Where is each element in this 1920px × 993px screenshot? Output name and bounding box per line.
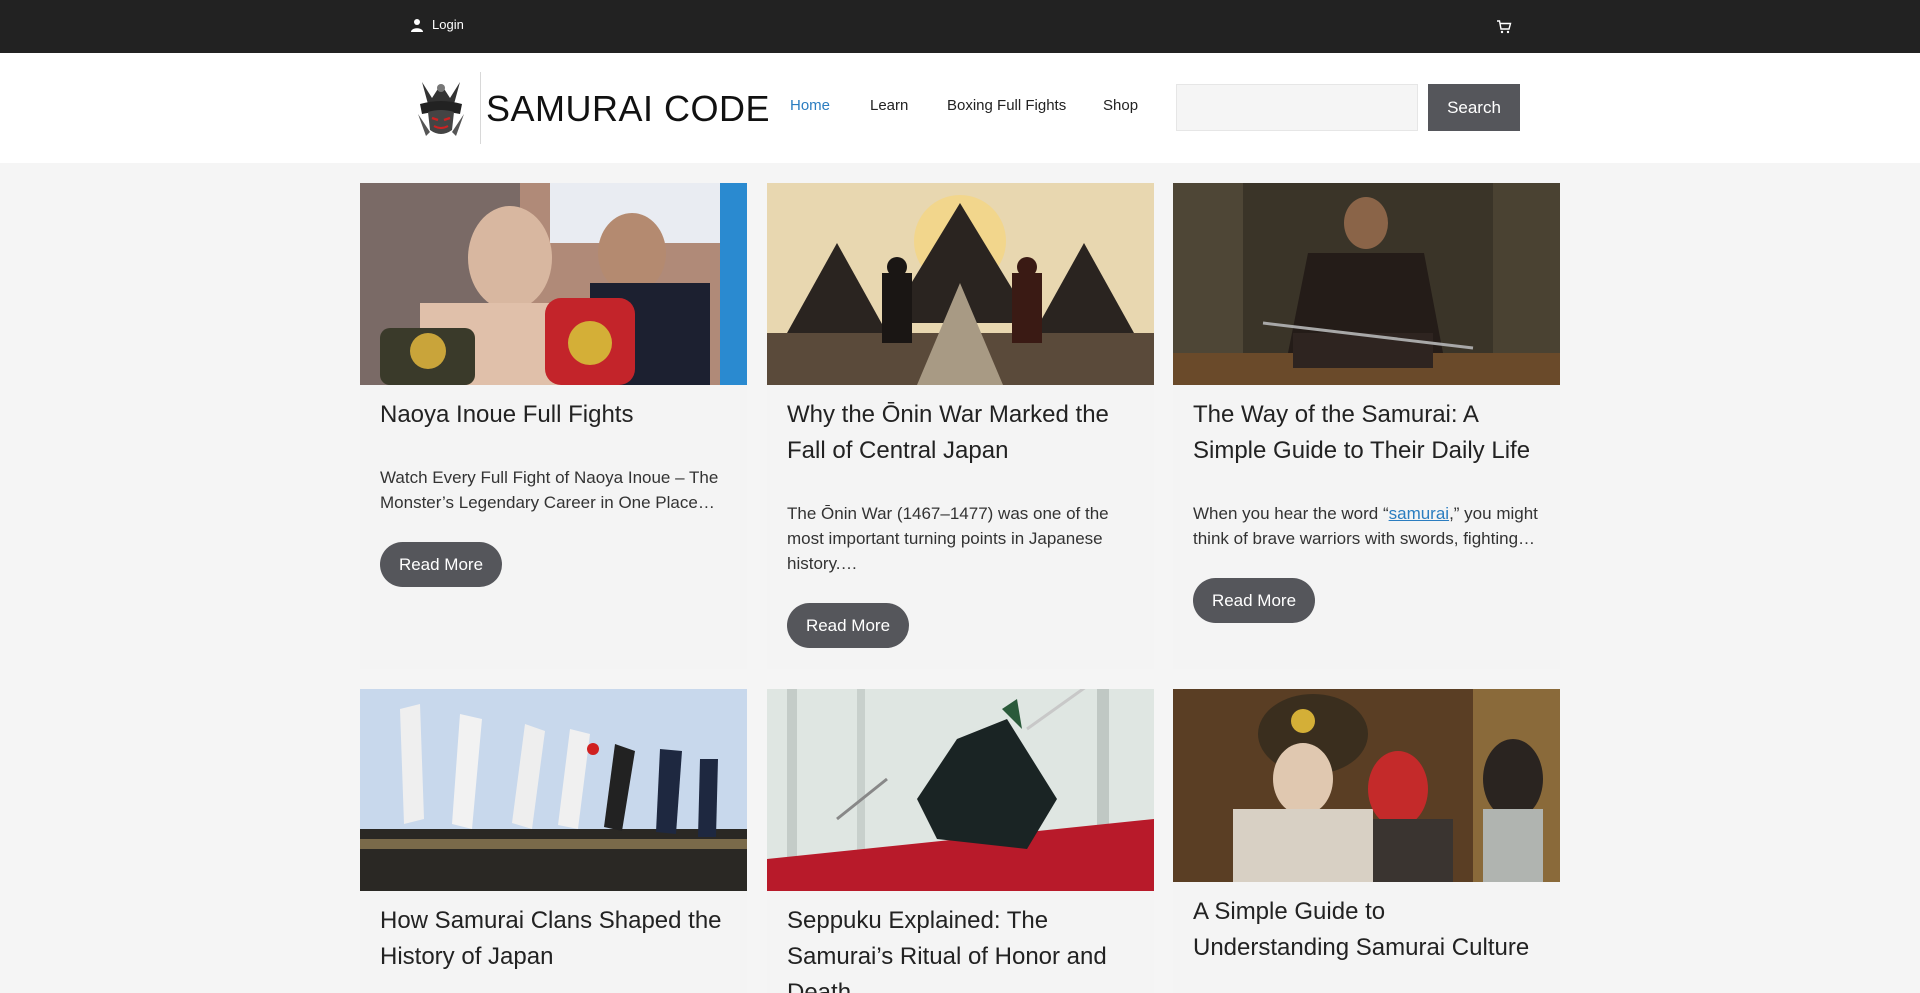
- search-button[interactable]: Search: [1428, 84, 1520, 131]
- nav-shop[interactable]: Shop: [1103, 97, 1138, 114]
- post-excerpt: When you hear the word “samurai,” you mi…: [1193, 501, 1548, 551]
- top-bar: Login: [0, 0, 1920, 53]
- post-image-boxer[interactable]: [360, 183, 747, 385]
- search-input[interactable]: [1176, 84, 1418, 131]
- post-excerpt: Watch Every Full Fight of Naoya Inoue – …: [380, 468, 719, 512]
- post-image-onin-war[interactable]: [767, 183, 1154, 385]
- post-title[interactable]: How Samurai Clans Shaped the History of …: [380, 903, 730, 975]
- post-card: A Simple Guide to Understanding Samurai …: [1173, 689, 1560, 993]
- post-title[interactable]: Why the Ōnin War Marked the Fall of Cent…: [787, 397, 1137, 469]
- post-title[interactable]: The Way of the Samurai: A Simple Guide t…: [1193, 397, 1543, 469]
- logo-divider: [480, 72, 481, 144]
- post-card: Why the Ōnin War Marked the Fall of Cent…: [767, 183, 1154, 669]
- post-card: Seppuku Explained: The Samurai’s Ritual …: [767, 689, 1154, 993]
- read-more-button[interactable]: Read More: [787, 603, 909, 648]
- samurai-link[interactable]: samurai: [1389, 504, 1449, 523]
- post-title[interactable]: Seppuku Explained: The Samurai’s Ritual …: [787, 903, 1137, 993]
- cart-icon[interactable]: [1496, 19, 1512, 35]
- nav-home[interactable]: Home: [790, 97, 830, 114]
- post-excerpt: The Ōnin War (1467–1477) was one of the …: [787, 504, 1109, 573]
- post-image-samurai-kneeling[interactable]: [1173, 183, 1560, 385]
- nav-learn[interactable]: Learn: [870, 97, 908, 114]
- post-card: Naoya Inoue Full Fights Watch Every Full…: [360, 183, 747, 669]
- samurai-helmet-logo-icon[interactable]: [414, 74, 468, 142]
- post-card: The Way of the Samurai: A Simple Guide t…: [1173, 183, 1560, 669]
- post-image-samurai-clans[interactable]: [360, 689, 747, 891]
- read-more-button[interactable]: Read More: [1193, 578, 1315, 623]
- site-brand[interactable]: SAMURAI CODE: [486, 88, 770, 130]
- login-link[interactable]: Login: [410, 17, 464, 32]
- post-image-seppuku[interactable]: [767, 689, 1154, 891]
- post-image-samurai-culture[interactable]: [1173, 689, 1560, 882]
- post-excerpt-start: When you hear the word “: [1193, 504, 1389, 523]
- read-more-button[interactable]: Read More: [380, 542, 502, 587]
- nav-boxing-full-fights[interactable]: Boxing Full Fights: [947, 97, 1066, 114]
- post-card: How Samurai Clans Shaped the History of …: [360, 689, 747, 993]
- user-icon: [411, 18, 423, 32]
- post-title[interactable]: Naoya Inoue Full Fights: [380, 397, 730, 433]
- post-title[interactable]: A Simple Guide to Understanding Samurai …: [1193, 894, 1543, 966]
- login-label: Login: [432, 17, 464, 32]
